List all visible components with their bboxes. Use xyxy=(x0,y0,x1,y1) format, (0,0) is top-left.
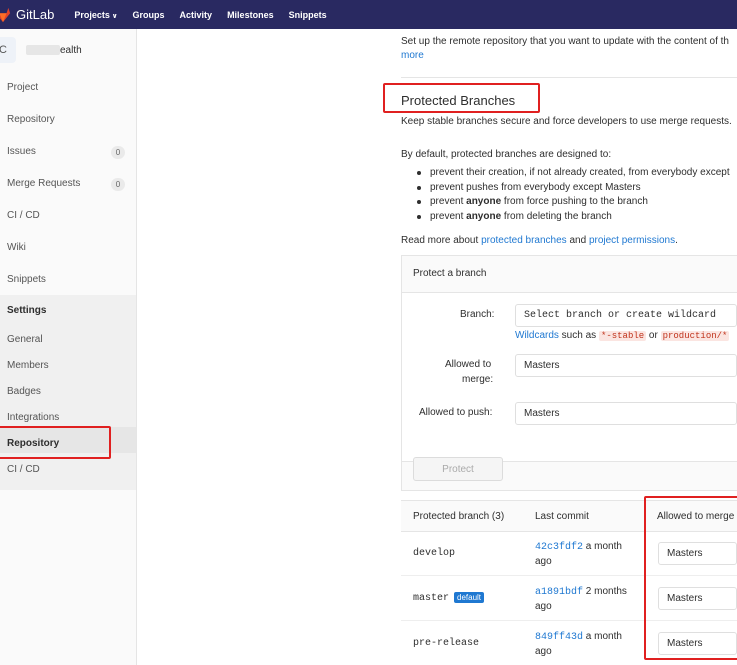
sidebar-item-project[interactable]: Project xyxy=(7,82,38,93)
project-sidebar: C ealth Project Repository Issues 0 Merg… xyxy=(0,29,137,665)
read-more-prefix: Read more about xyxy=(401,235,482,246)
nav-snippets[interactable]: Snippets xyxy=(289,10,327,20)
sidebar-item-snippets[interactable]: Snippets xyxy=(7,274,46,285)
commit-time: 2 months xyxy=(583,586,627,597)
nav-projects-label: Projects xyxy=(74,9,110,20)
wildcards-link[interactable]: Wildcards xyxy=(515,330,559,341)
bullet-force-push: prevent anyone from force pushing to the… xyxy=(430,196,648,207)
row-branch-master: master xyxy=(413,593,450,604)
sidebar-item-issues[interactable]: Issues xyxy=(7,146,36,157)
commit-time: a month xyxy=(583,541,622,552)
row-commit-ago: ago xyxy=(535,646,552,657)
branch-label: Branch: xyxy=(460,309,495,320)
issues-count-badge: 0 xyxy=(111,146,125,159)
project-header[interactable]: C ealth xyxy=(0,37,82,63)
bullet-force-push-pre: prevent xyxy=(430,196,467,207)
row-branch-pre-release: pre-release xyxy=(413,638,480,649)
commit-time: a month xyxy=(583,631,622,642)
row-commit-ago: ago xyxy=(535,556,552,567)
allowed-to-merge-label-1: Allowed to xyxy=(445,359,492,370)
bullet-creation: prevent their creation, if not already c… xyxy=(430,167,730,178)
gitlab-logo[interactable]: GitLab xyxy=(0,7,54,23)
row-branch-develop: develop xyxy=(413,548,456,559)
main-content: Set up the remote repository that you wa… xyxy=(138,29,737,665)
bullet-delete-post: from deleting the branch xyxy=(501,211,612,222)
wildcard-example-stable: *-stable xyxy=(598,331,647,341)
bullet-pushes-text: prevent pushes from everybody except Mas… xyxy=(430,182,641,193)
bullet-pushes: prevent pushes from everybody except Mas… xyxy=(430,182,641,193)
row-commit-ago: ago xyxy=(535,601,552,612)
settings-subitem-general[interactable]: General xyxy=(7,334,43,345)
gitlab-tanuki-icon xyxy=(0,7,11,22)
bullet-dot xyxy=(417,186,421,190)
read-more-text: Read more about protected branches and p… xyxy=(401,235,678,246)
branch-select[interactable]: Select branch or create wildcard xyxy=(515,304,737,327)
chevron-down-icon: ∨ xyxy=(111,12,118,20)
protect-button[interactable]: Protect xyxy=(413,457,503,481)
bullet-dot xyxy=(417,200,421,204)
sidebar-item-merge-requests[interactable]: Merge Requests xyxy=(7,178,80,189)
bullet-delete-bold: anyone xyxy=(466,211,502,222)
top-navbar: GitLab Projects ∨ Groups Activity Milesto… xyxy=(0,0,737,29)
wildcards-mid1: such as xyxy=(558,330,599,341)
nav-projects[interactable]: Projects ∨ xyxy=(74,10,117,20)
row-commit-master: a1891bdf 2 months xyxy=(535,586,627,598)
allowed-to-merge-label-2: merge: xyxy=(462,374,494,385)
protect-panel-header: Protect a branch xyxy=(413,268,487,279)
wildcard-example-production: production/* xyxy=(660,331,730,341)
wildcards-hint: Wildcards such as *-stable or production… xyxy=(515,330,730,341)
project-name: ealth xyxy=(60,44,82,56)
col-header-branch: Protected branch (3) xyxy=(413,511,505,522)
read-more-mid: and xyxy=(566,235,589,246)
highlight-box-merge-column xyxy=(644,496,737,660)
nav-groups[interactable]: Groups xyxy=(133,10,165,20)
sidebar-item-wiki[interactable]: Wiki xyxy=(7,242,26,253)
sidebar-item-repository[interactable]: Repository xyxy=(7,114,55,125)
settings-subitem-integrations[interactable]: Integrations xyxy=(7,412,59,423)
allowed-to-push-select[interactable]: Masters xyxy=(515,402,737,425)
allowed-to-merge-select[interactable]: Masters xyxy=(515,354,737,377)
highlight-box-repository xyxy=(0,426,111,459)
bullet-delete-pre: prevent xyxy=(430,211,467,222)
nav-milestones[interactable]: Milestones xyxy=(227,10,274,20)
mirror-description: Set up the remote repository that you wa… xyxy=(401,36,729,47)
bullet-creation-text: prevent their creation, if not already c… xyxy=(430,167,730,178)
section-divider xyxy=(401,77,737,78)
read-more-suffix: . xyxy=(675,235,678,246)
commit-sha-link[interactable]: 42c3fdf2 xyxy=(535,542,583,553)
allowed-to-push-label: Allowed to push: xyxy=(419,407,493,418)
redacted-name-block xyxy=(26,45,60,55)
bullet-force-push-post: from force pushing to the branch xyxy=(501,196,648,207)
project-avatar: C xyxy=(0,37,16,63)
bullet-dot xyxy=(417,171,421,175)
brand-name: GitLab xyxy=(16,7,55,22)
mirror-more-link[interactable]: more xyxy=(401,50,424,61)
settings-subitem-badges[interactable]: Badges xyxy=(7,386,41,397)
commit-sha-link[interactable]: a1891bdf xyxy=(535,587,583,598)
protected-branches-link[interactable]: protected branches xyxy=(481,235,567,246)
commit-sha-link[interactable]: 849ff43d xyxy=(535,632,583,643)
merge-requests-count-badge: 0 xyxy=(111,178,125,191)
default-branch-badge: default xyxy=(454,592,485,603)
row-commit-develop: 42c3fdf2 a month xyxy=(535,541,622,553)
bullet-delete: prevent anyone from deleting the branch xyxy=(430,211,612,222)
highlight-box-title xyxy=(383,83,540,113)
protected-branches-subtitle: Keep stable branches secure and force de… xyxy=(401,116,732,127)
project-permissions-link[interactable]: project permissions xyxy=(589,235,675,246)
bullet-force-push-bold: anyone xyxy=(466,196,502,207)
protected-intro: By default, protected branches are desig… xyxy=(401,149,612,160)
bullet-dot xyxy=(417,215,421,219)
wildcards-mid2: or xyxy=(646,330,661,341)
nav-activity[interactable]: Activity xyxy=(180,10,213,20)
row-commit-pre-release: 849ff43d a month xyxy=(535,631,622,643)
col-header-commit: Last commit xyxy=(535,511,589,522)
sidebar-item-settings[interactable]: Settings xyxy=(7,305,46,316)
settings-subitem-members[interactable]: Members xyxy=(7,360,49,371)
settings-subitem-ci-cd[interactable]: CI / CD xyxy=(7,464,40,475)
sidebar-item-ci-cd[interactable]: CI / CD xyxy=(7,210,40,221)
